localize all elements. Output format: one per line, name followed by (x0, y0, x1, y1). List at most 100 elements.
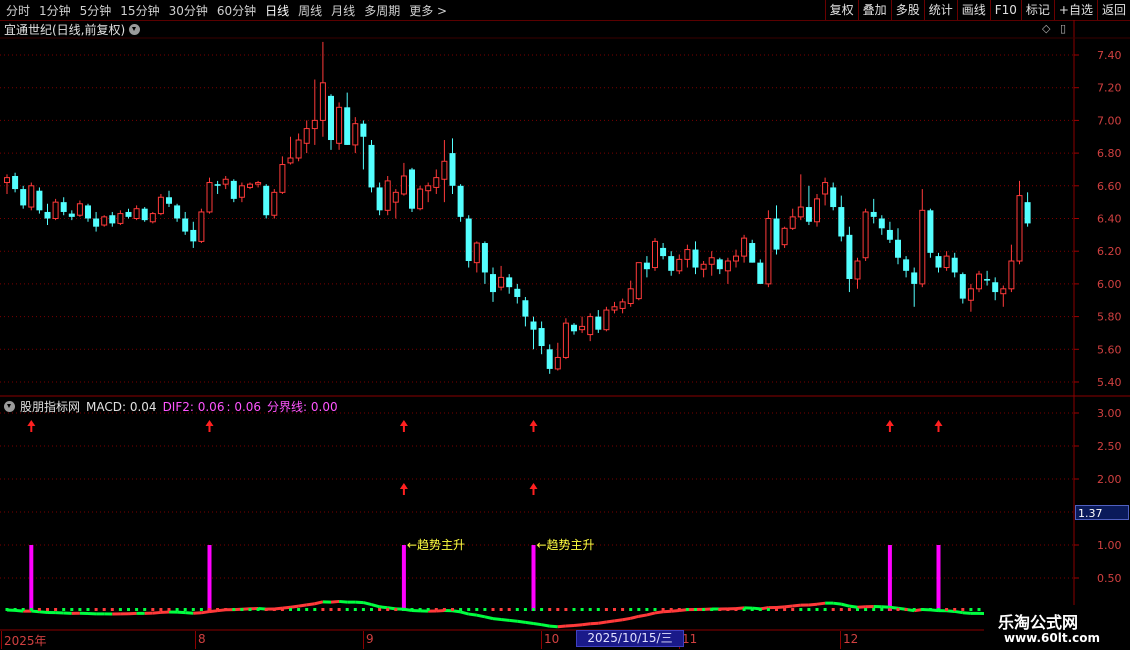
macd-histogram-dot (353, 608, 357, 611)
macd-histogram-dot (289, 608, 292, 611)
macd-histogram-dot (548, 608, 552, 611)
macd-histogram-dot (823, 608, 827, 611)
chevron-down-icon[interactable] (4, 401, 15, 412)
dif-line (614, 618, 623, 623)
signal-bar (207, 545, 212, 611)
macd-histogram-dot (872, 608, 876, 611)
price-tick-label: 6.20 (1097, 245, 1122, 258)
macd-histogram-dot (224, 608, 228, 611)
macd-histogram-dot (256, 608, 260, 611)
candle-body (611, 306, 618, 311)
candle-body (473, 242, 480, 264)
dif-line (881, 605, 890, 609)
candle-body (238, 185, 245, 198)
candle-body (603, 309, 610, 331)
macd-histogram-dot (70, 608, 74, 611)
candle-body (514, 288, 521, 297)
candle-body (919, 209, 926, 285)
dif-line (622, 616, 631, 622)
macd-histogram-dot (507, 608, 511, 611)
dif-line (509, 618, 518, 623)
indicator-title: 股朋指标网 MACD: 0.04 DIF2: 0.06 : 0.06 分界线: … (4, 398, 338, 415)
candle-body (781, 227, 788, 246)
macd-histogram-dot (807, 608, 811, 611)
dif-line (39, 610, 48, 615)
candle-body (838, 207, 845, 237)
candle-body (247, 183, 253, 188)
macd-histogram-dot (175, 608, 179, 611)
macd-histogram-dot (572, 608, 576, 611)
dif-line (517, 619, 526, 624)
dif-line (606, 619, 615, 624)
indicator-tick-label: 3.00 (1097, 407, 1122, 420)
dif-line (306, 602, 316, 607)
candle-body (538, 328, 545, 347)
macd-histogram-dot (637, 608, 641, 611)
candle-body (724, 260, 731, 272)
macd-histogram-dot (928, 608, 932, 611)
macd-histogram-dot (345, 608, 349, 611)
highlighted-date: 2025/10/15/三 (576, 630, 684, 647)
candle-body (708, 257, 715, 265)
dif-line (201, 610, 210, 615)
candle-body (101, 216, 108, 226)
macd-histogram-dot (110, 608, 114, 611)
dif-line (654, 610, 664, 615)
macd-histogram-dot (750, 608, 754, 611)
macd-histogram-dot (831, 608, 835, 611)
macd-histogram-dot (13, 608, 17, 611)
macd-histogram-dot (386, 608, 390, 611)
dif-line (500, 618, 510, 622)
candle-body (530, 321, 537, 330)
candle-body (862, 211, 869, 259)
macd-histogram-dot (102, 608, 106, 611)
date-tick-label: 9 (366, 632, 374, 646)
macd-value: MACD: 0.04 (86, 399, 157, 414)
candle-body (951, 257, 958, 273)
macd-histogram-dot (621, 608, 625, 611)
price-tick-label: 5.60 (1097, 343, 1122, 356)
candle-body (967, 288, 974, 301)
dif-line (816, 601, 826, 606)
candle-body (60, 202, 67, 212)
up-arrow-head (885, 420, 894, 426)
macd-histogram-dot (880, 608, 884, 611)
candle-body (498, 276, 505, 288)
macd-histogram-dot (912, 608, 916, 611)
candle-body (797, 206, 804, 218)
indicator-tick-label: 1.00 (1097, 539, 1122, 552)
macd-histogram-dot (613, 608, 616, 611)
date-axis: 2025年 8 9 10 11 12 (0, 631, 1074, 650)
dif2-value: DIF2: 0.06 (162, 399, 225, 414)
watermark-title: 乐淘公式网 (998, 613, 1079, 632)
date-tick (1, 631, 2, 649)
date-tick-label: 11 (682, 632, 698, 646)
candle-body (1008, 260, 1015, 290)
candle-body (12, 175, 19, 190)
date-tick-label: 2025年 (4, 634, 47, 648)
candle-body (117, 213, 124, 224)
macd-histogram-dot (167, 608, 171, 611)
candle-body (4, 177, 10, 184)
candle-body (400, 175, 407, 195)
candle-body (1000, 288, 1007, 295)
candle-body (457, 185, 464, 217)
macd-histogram-dot (499, 608, 503, 611)
date-tick (541, 631, 542, 649)
dif-line (857, 605, 866, 609)
candle-body (822, 182, 829, 195)
candle-body (1016, 195, 1023, 262)
price-tick-label: 6.80 (1097, 147, 1122, 160)
indicator-tick-label: 2.50 (1097, 440, 1122, 453)
dif-line (590, 621, 599, 626)
candle-body (28, 185, 35, 208)
candle-body (360, 123, 367, 137)
dif-line (776, 605, 785, 609)
candle-body (522, 300, 529, 317)
candle-body (222, 178, 229, 185)
macd-histogram-dot (864, 608, 868, 611)
candle-body (660, 247, 667, 257)
candlestick-chart[interactable]: 7.40 7.20 7.00 6.80 6.60 6.40 6.20 6.00 5.80 5.60… (0, 0, 1130, 650)
candle-body (303, 128, 310, 144)
macd-histogram-dot (191, 608, 195, 611)
